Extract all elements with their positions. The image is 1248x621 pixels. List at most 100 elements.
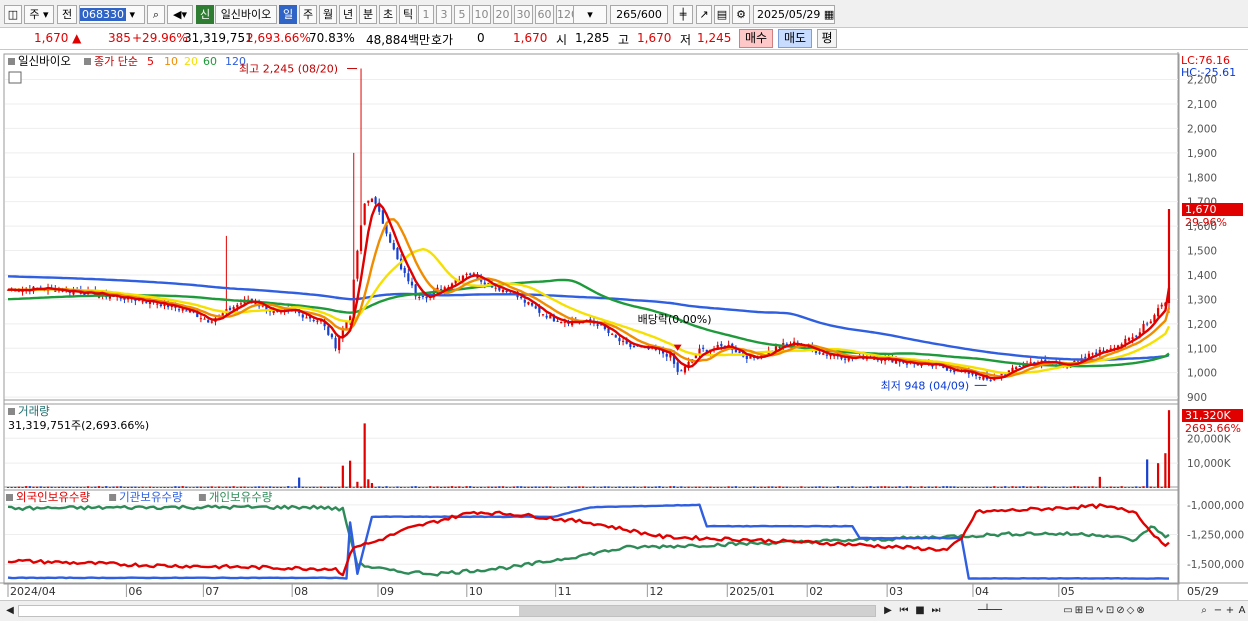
candle [1091, 353, 1094, 355]
volume-bar [545, 486, 548, 488]
volume-bar [760, 486, 763, 488]
volume-bar [177, 486, 181, 488]
volume-bar [108, 487, 112, 488]
volume-bar [822, 486, 825, 488]
candle [822, 353, 825, 355]
volume-tick-label: 10,000K [1187, 458, 1232, 470]
buy-button[interactable]: 매수 [739, 29, 773, 48]
volume-bar [614, 487, 617, 488]
stop-icon[interactable]: ■ [912, 603, 928, 619]
candle [483, 282, 486, 285]
open-label: 시 [556, 33, 568, 47]
volume-bar [716, 486, 719, 488]
interval-button[interactable]: 10 [472, 5, 491, 24]
interval-select[interactable]: ▾ [573, 5, 607, 24]
volume-bar [254, 486, 257, 488]
volume-bar [443, 486, 446, 488]
volume-bar [967, 487, 970, 488]
interval-button[interactable]: 3 [436, 5, 452, 24]
draw-tool-icon[interactable]: ↗ [696, 5, 712, 24]
volume-bar [1124, 487, 1127, 488]
stock-chart[interactable]: 9001,0001,1001,2001,3001,4001,5001,6001,… [0, 52, 1248, 600]
save-icon[interactable]: ▤ [714, 5, 730, 24]
volume-bar [683, 487, 687, 488]
legend-label: 5 [147, 55, 154, 68]
zoom-slider[interactable]: ─┴── [960, 603, 1020, 619]
volume-bar [159, 487, 162, 488]
sound-icon[interactable]: ◀▾ [167, 5, 193, 24]
low-label: 저 [680, 33, 692, 47]
volume-bar [1106, 487, 1109, 488]
date-tick-label: 10 [469, 585, 483, 598]
volume-bar [72, 487, 75, 488]
volume-bar [953, 486, 956, 488]
volume-bar [1062, 486, 1065, 488]
code-input[interactable]: 068330 ▾ [79, 5, 145, 24]
scroll-thumb[interactable] [519, 606, 875, 616]
text-tool-icon[interactable]: A [1234, 603, 1248, 619]
candle [305, 317, 308, 319]
interval-button[interactable]: 5 [454, 5, 470, 24]
sell-button[interactable]: 매도 [778, 29, 812, 48]
interval-button[interactable]: 20 [493, 5, 512, 24]
volume-bar [1087, 486, 1091, 488]
period-button[interactable]: 틱 [399, 5, 417, 24]
volume-bar [97, 486, 101, 488]
last-volume-ratio: 2693.66% [1185, 422, 1241, 435]
interval-button[interactable]: 30 [514, 5, 533, 24]
average-button[interactable]: 평 [817, 29, 837, 48]
high-label: 고 [618, 33, 630, 47]
period-button[interactable]: 년 [339, 5, 357, 24]
period-button[interactable]: 주 [299, 5, 317, 24]
date-input[interactable]: 2025/05/29 ▦ [753, 5, 835, 24]
volume-bar [341, 465, 344, 488]
window-icon[interactable]: ◫ [4, 5, 22, 24]
hoga-value: 0 [477, 31, 485, 45]
volume-bar [116, 486, 119, 488]
count-display[interactable]: 265/600 [610, 5, 668, 24]
first-page-icon[interactable]: ⏮ [896, 603, 912, 619]
scroll-left-icon[interactable]: ◀ [2, 603, 18, 619]
volume-title: 거래량 [18, 404, 50, 418]
volume-bar [399, 487, 403, 488]
change-percent: +29.96% [132, 31, 188, 45]
volume-bar [894, 486, 898, 488]
candle [494, 287, 497, 289]
volume-bar [203, 487, 206, 489]
volume-bar [771, 486, 774, 488]
price-tick-label: 1,400 [1187, 270, 1217, 282]
volume-bar [1033, 487, 1036, 488]
candle [629, 343, 632, 347]
volume-bar [436, 486, 439, 488]
candle [1149, 321, 1152, 324]
prev-button[interactable]: 전 [57, 5, 77, 24]
drawing-tools-icon[interactable]: ▭⊞⊟∿⊡⊘◇⊗ [1030, 603, 1180, 619]
period-button[interactable]: 초 [379, 5, 397, 24]
chart-scrollbar[interactable]: ◀ ▶ ⏮ ■ ⏭ ─┴── ▭⊞⊟∿⊡⊘◇⊗ ⌕ − + A [0, 600, 1248, 621]
gear-icon[interactable]: ⚙ [732, 5, 750, 24]
last-page-icon[interactable]: ⏭ [928, 603, 944, 619]
volume-bar [312, 486, 315, 488]
volume-bar [1135, 486, 1138, 488]
volume-bar [1146, 459, 1149, 488]
volume-bar [621, 486, 625, 488]
volume-bar [483, 487, 486, 488]
scroll-right-icon[interactable]: ▶ [880, 603, 896, 619]
volume-bar [971, 486, 974, 488]
interval-button[interactable]: 60 [535, 5, 554, 24]
volume-bar [163, 487, 166, 488]
interval-button[interactable]: 1 [418, 5, 434, 24]
search-icon[interactable]: ⌕ [147, 5, 165, 24]
candle-type-icon[interactable]: ╪ [673, 5, 693, 24]
volume-bar [840, 487, 843, 488]
scroll-track[interactable] [18, 605, 876, 617]
volume-bar [145, 487, 148, 488]
period-button[interactable]: 일 [279, 5, 297, 24]
volume-bar [54, 487, 57, 488]
period-button[interactable]: 분 [359, 5, 377, 24]
period-button[interactable]: 월 [319, 5, 337, 24]
volume-bar [46, 486, 50, 488]
market-select[interactable]: 주 ▾ [24, 5, 54, 24]
volume-bar [643, 486, 647, 488]
price-tick-label: 900 [1187, 392, 1207, 404]
